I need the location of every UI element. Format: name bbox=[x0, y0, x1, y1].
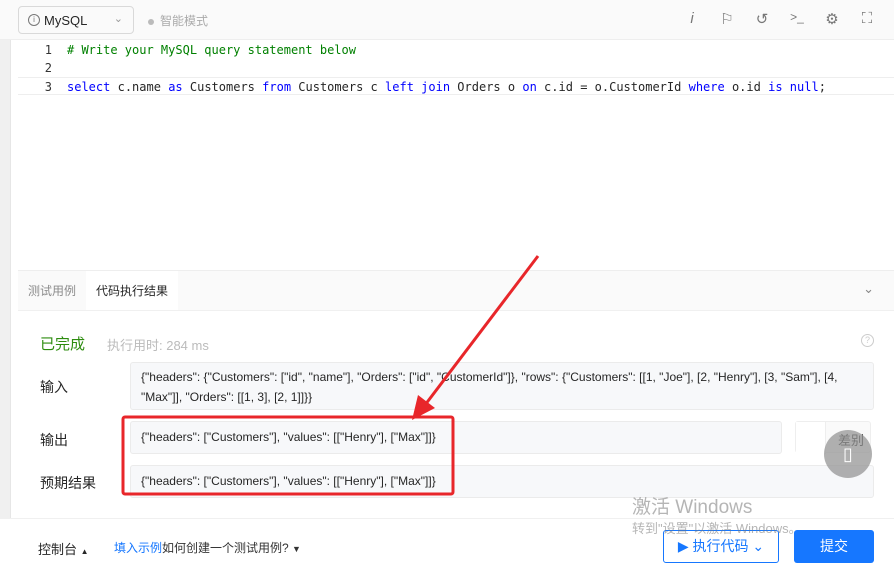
code-line: 3 select c.name as Customers from Custome… bbox=[18, 77, 894, 95]
expected-label: 预期结果 bbox=[40, 475, 96, 491]
chevron-down-icon: ⌄ bbox=[752, 538, 765, 554]
windows-watermark-subtitle: 转到"设置"以激活 Windows。 bbox=[632, 521, 802, 536]
how-to-label: 如何创建一个测试用例? bbox=[162, 541, 289, 555]
info-circle-icon: i bbox=[28, 14, 40, 26]
play-icon: ▶ bbox=[677, 538, 689, 554]
fullscreen-icon[interactable]: ⛶ bbox=[858, 10, 876, 28]
notebook-icon: ▯ bbox=[843, 444, 853, 464]
notes-button[interactable]: ▯ bbox=[824, 430, 872, 478]
line-number: 2 bbox=[44, 61, 52, 75]
code-line: 1 # Write your MySQL query statement belo… bbox=[18, 41, 894, 59]
line-number: 1 bbox=[44, 43, 52, 57]
console-toggle[interactable]: 控制台 ▲ bbox=[38, 539, 89, 558]
line-number: 3 bbox=[44, 80, 52, 94]
code-text: # Write your MySQL query statement below bbox=[67, 43, 356, 57]
input-label: 输入 bbox=[40, 379, 68, 395]
output-value: {"headers": ["Customers"], "values": [["… bbox=[130, 421, 782, 454]
code-line: 2 bbox=[18, 59, 894, 77]
status-text: 已完成 bbox=[40, 336, 86, 353]
result-panel: 测试用例 代码执行结果 ⌄ 已完成 执行用时: 284 ms ? 输入 {"he… bbox=[18, 270, 894, 518]
windows-watermark-title: 激活 Windows bbox=[632, 497, 753, 518]
settings-icon[interactable]: ⚙ bbox=[823, 10, 841, 28]
expected-value: {"headers": ["Customers"], "values": [["… bbox=[130, 465, 874, 498]
caret-down-icon: ▼ bbox=[292, 544, 301, 554]
editor-toolbar: i MySQL ⌄ 智能模式 i ⚐ ↺ >_ ⚙ ⛶ bbox=[0, 0, 894, 40]
language-label: MySQL bbox=[44, 12, 88, 28]
fill-example-link[interactable]: 填入示例 bbox=[114, 539, 162, 556]
console-label: 控制台 bbox=[38, 542, 78, 557]
dot-icon bbox=[148, 18, 154, 25]
chevron-down-icon[interactable]: ⌄ bbox=[863, 281, 874, 297]
smart-mode-toggle[interactable]: 智能模式 bbox=[148, 12, 208, 29]
info-icon[interactable]: i bbox=[683, 10, 701, 28]
caret-up-icon: ▲ bbox=[80, 547, 89, 556]
code-text: select c.name as Customers from Customer… bbox=[67, 80, 826, 94]
run-label: 执行代码 bbox=[692, 538, 749, 554]
language-select[interactable]: i MySQL ⌄ bbox=[18, 6, 134, 34]
submit-button[interactable]: 提交 bbox=[794, 530, 874, 563]
help-icon[interactable]: ? bbox=[861, 334, 874, 347]
reset-icon[interactable]: ↺ bbox=[753, 10, 771, 28]
smart-mode-label: 智能模式 bbox=[160, 14, 209, 28]
how-to-create-test-link[interactable]: 如何创建一个测试用例? ▼ bbox=[162, 539, 301, 556]
code-editor[interactable]: 1 # Write your MySQL query statement belo… bbox=[18, 40, 894, 270]
input-value: {"headers": {"Customers": ["id", "name"]… bbox=[130, 362, 874, 410]
left-resize-strip[interactable] bbox=[0, 40, 11, 530]
chevron-down-icon: ⌄ bbox=[113, 13, 123, 25]
flag-icon[interactable]: ⚐ bbox=[718, 10, 736, 28]
tab-run-result[interactable]: 代码执行结果 bbox=[86, 271, 179, 310]
runtime-text: 执行用时: 284 ms bbox=[107, 338, 209, 353]
tab-test-cases[interactable]: 测试用例 bbox=[18, 271, 86, 310]
output-label: 输出 bbox=[40, 432, 68, 448]
terminal-icon[interactable]: >_ bbox=[788, 10, 806, 28]
